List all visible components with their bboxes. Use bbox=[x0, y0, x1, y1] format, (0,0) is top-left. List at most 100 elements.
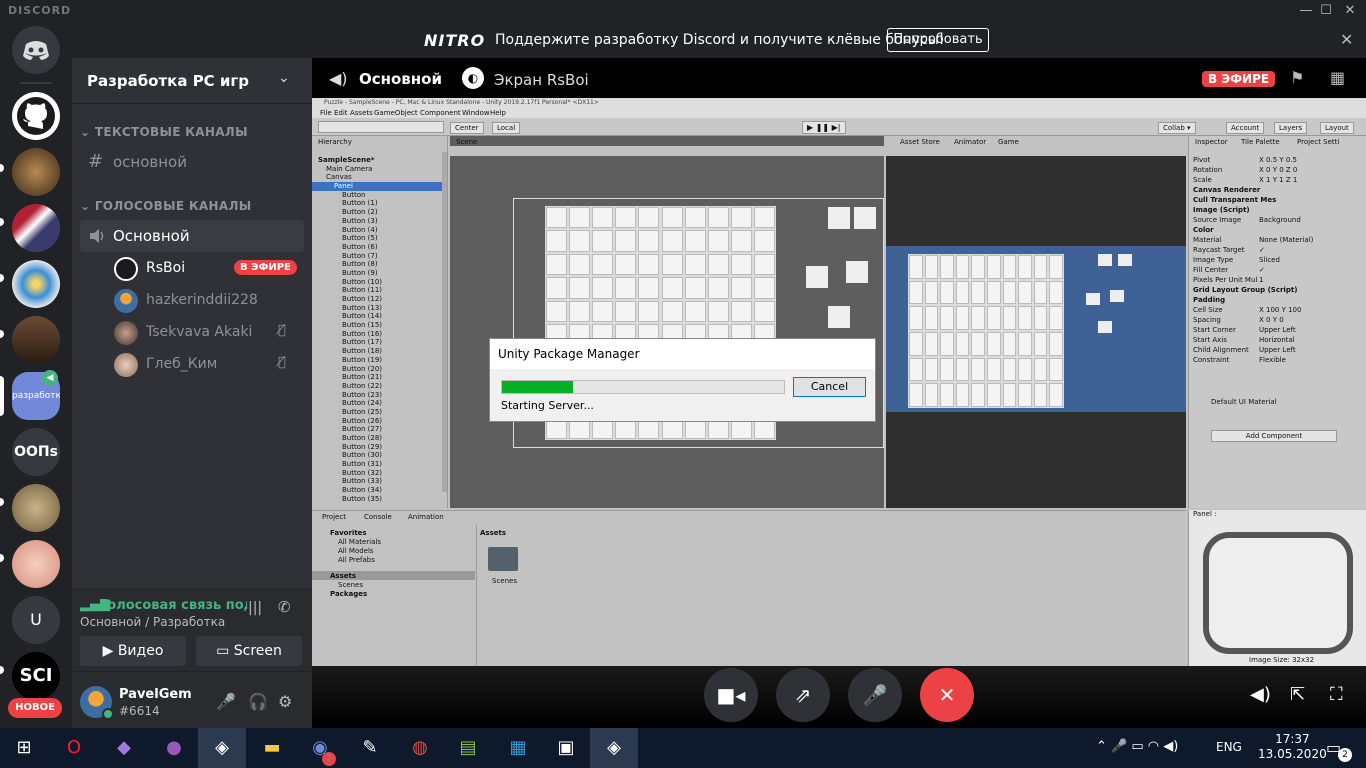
calculator-icon[interactable]: ▦ bbox=[494, 728, 542, 768]
hierarchy-tab[interactable]: Hierarchy bbox=[318, 138, 352, 146]
windows-start-icon[interactable]: ⊞ bbox=[0, 728, 48, 768]
microphone-button[interactable]: 🎤 bbox=[848, 668, 902, 722]
menu-edit[interactable]: Edit bbox=[334, 109, 348, 117]
scenes-folder[interactable]: Scenes bbox=[338, 581, 363, 589]
hierarchy-scrollbar[interactable] bbox=[442, 152, 447, 492]
server-icon-coin[interactable] bbox=[12, 484, 60, 532]
inspector-row[interactable]: Grid Layout Group (Script) bbox=[1193, 286, 1363, 296]
hierarchy-item[interactable]: Canvas bbox=[312, 173, 442, 182]
settings-gear-icon[interactable]: ⚙ bbox=[278, 692, 292, 711]
microphone-icon[interactable]: 🎤 bbox=[216, 692, 236, 711]
inspector-row[interactable]: Image Type Sliced bbox=[1193, 256, 1363, 266]
hierarchy-item[interactable]: Button (1) bbox=[312, 199, 442, 208]
hierarchy-item[interactable]: Button (23) bbox=[312, 391, 442, 400]
hierarchy-item[interactable]: Button (12) bbox=[312, 295, 442, 304]
favorite-item[interactable]: All Models bbox=[338, 547, 374, 555]
hierarchy-item[interactable]: Button (6) bbox=[312, 243, 442, 252]
video-button[interactable]: ▶ Видео bbox=[80, 636, 186, 666]
tab-animation[interactable]: Animation bbox=[408, 513, 444, 521]
hierarchy-item[interactable]: Button (20) bbox=[312, 365, 442, 374]
opera-icon[interactable]: O bbox=[50, 728, 98, 768]
cancel-button[interactable]: Cancel bbox=[793, 377, 866, 397]
try-nitro-button[interactable]: Попробовать bbox=[887, 28, 989, 52]
app-icon[interactable]: ▤ bbox=[444, 728, 492, 768]
tab-project[interactable]: Project bbox=[322, 513, 346, 521]
packages-folder[interactable]: Packages bbox=[330, 590, 367, 598]
pop-out-icon[interactable]: ⚑ bbox=[1290, 68, 1304, 87]
inspector-row[interactable]: Rotation X 0 Y 0 Z 0 bbox=[1193, 166, 1363, 176]
headphones-icon[interactable]: 🎧 bbox=[248, 692, 268, 711]
server-icon-photo[interactable] bbox=[12, 316, 60, 364]
hierarchy-item[interactable]: Button (25) bbox=[312, 408, 442, 417]
server-icon-anime[interactable] bbox=[12, 540, 60, 588]
disconnect-icon[interactable]: ✆ bbox=[278, 598, 291, 616]
channel-voice-osnovnoy[interactable]: Основной bbox=[80, 220, 304, 252]
tray-icons[interactable]: ⌃ 🎤 ▭ ◠ ◀) bbox=[1096, 739, 1178, 754]
hierarchy-item[interactable]: Button (16) bbox=[312, 330, 442, 339]
folder-icon[interactable] bbox=[488, 547, 518, 571]
inspector-row[interactable]: Color bbox=[1193, 226, 1363, 236]
add-component-button[interactable]: Add Component bbox=[1211, 430, 1337, 442]
inspector-row[interactable]: Pivot X 0.5 Y 0.5 bbox=[1193, 156, 1363, 166]
screen-share-button[interactable]: ⇗ bbox=[776, 668, 830, 722]
camera-button[interactable]: ■◂ bbox=[704, 668, 758, 722]
server-icon-cartoon[interactable] bbox=[12, 260, 60, 308]
assets-folder[interactable]: Assets bbox=[330, 572, 356, 580]
voice-user-rsboi[interactable]: RsBoi В ЭФИРЕ bbox=[112, 254, 304, 284]
close-banner-icon[interactable]: ✕ bbox=[1340, 30, 1353, 49]
voice-user-tsekvava-akaki[interactable]: Tsekvava Akaki 🎙̸ bbox=[112, 318, 304, 348]
inspector-row[interactable]: Raycast Target ✓ bbox=[1193, 246, 1363, 256]
channel-text-osnovnoy[interactable]: # основной bbox=[80, 146, 304, 178]
hierarchy-item[interactable]: Button (9) bbox=[312, 269, 442, 278]
volume-icon[interactable]: ◀) bbox=[1250, 684, 1271, 705]
inspector-row[interactable]: Spacing X 0 Y 0 bbox=[1193, 316, 1363, 326]
pop-out-icon[interactable]: ⇱ bbox=[1290, 684, 1305, 705]
hierarchy-item[interactable]: Button bbox=[312, 191, 442, 200]
hierarchy-item[interactable]: Button (31) bbox=[312, 460, 442, 469]
discord-taskbar-icon[interactable]: ◉ 7 bbox=[296, 728, 344, 768]
favorites-folder[interactable]: Favorites bbox=[330, 529, 367, 537]
gimp-icon[interactable]: ✎ bbox=[346, 728, 394, 768]
menu-gameobject[interactable]: GameObject bbox=[374, 109, 418, 117]
hierarchy-item[interactable]: Button (33) bbox=[312, 477, 442, 486]
tab-console[interactable]: Console bbox=[364, 513, 392, 521]
server-icon-sci[interactable]: SCI bbox=[12, 652, 60, 700]
menu-file[interactable]: File bbox=[320, 109, 332, 117]
hierarchy-item[interactable]: Button (26) bbox=[312, 417, 442, 426]
hierarchy-item[interactable]: Main Camera bbox=[312, 165, 442, 174]
file-explorer-icon[interactable]: ▬ bbox=[248, 728, 296, 768]
unity-hub-icon[interactable]: ◈ bbox=[198, 728, 246, 768]
favorite-item[interactable]: All Materials bbox=[338, 538, 381, 546]
inspector-row[interactable]: Fill Center ✓ bbox=[1193, 266, 1363, 276]
inspector-row[interactable]: Start Corner Upper Left bbox=[1193, 326, 1363, 336]
hierarchy-item[interactable]: Button (30) bbox=[312, 451, 442, 460]
transform-tools[interactable] bbox=[318, 121, 444, 133]
unity-editor-icon[interactable]: ◈ bbox=[590, 728, 638, 768]
language-indicator[interactable]: ENG bbox=[1216, 740, 1242, 754]
layout-dropdown[interactable]: Layout bbox=[1320, 122, 1354, 134]
hierarchy-item[interactable]: Button (8) bbox=[312, 260, 442, 269]
voice-user-gleb-kim[interactable]: Глеб_Ким 🎙̸ bbox=[112, 350, 304, 380]
hierarchy-item[interactable]: Button (5) bbox=[312, 234, 442, 243]
inspector-row[interactable]: Padding bbox=[1193, 296, 1363, 306]
inspector-row[interactable]: Canvas Renderer bbox=[1193, 186, 1363, 196]
collab-dropdown[interactable]: Collab ▾ bbox=[1158, 122, 1196, 134]
hierarchy-item[interactable]: Button (14) bbox=[312, 312, 442, 321]
hierarchy-item[interactable]: Button (28) bbox=[312, 434, 442, 443]
hierarchy-item[interactable]: Panel bbox=[312, 182, 442, 191]
hierarchy-item[interactable]: Button (24) bbox=[312, 399, 442, 408]
tab-project-settings[interactable]: Project Setti bbox=[1297, 138, 1339, 146]
account-dropdown[interactable]: Account bbox=[1226, 122, 1265, 134]
scene-tab[interactable]: Scene bbox=[456, 138, 477, 146]
menu-assets[interactable]: Assets bbox=[350, 109, 373, 117]
server-header[interactable]: Разработка РС игр ⌄ bbox=[72, 58, 312, 104]
visual-studio-icon[interactable]: ◆ bbox=[100, 728, 148, 768]
hierarchy-item[interactable]: Button (35) bbox=[312, 495, 442, 504]
category-voice-channels[interactable]: ⌄ ГОЛОСОВЫЕ КАНАЛЫ bbox=[80, 199, 251, 213]
voice-user-hazkerinddii228[interactable]: hazkerinddii228 bbox=[112, 286, 304, 316]
github-server-icon[interactable] bbox=[12, 92, 60, 140]
new-badge[interactable]: НОВОЕ bbox=[8, 698, 62, 718]
close-window-button[interactable]: ✕ bbox=[1330, 0, 1366, 22]
grid-layout-icon[interactable]: ▦ bbox=[1330, 68, 1345, 87]
hierarchy-item[interactable]: Button (2) bbox=[312, 208, 442, 217]
